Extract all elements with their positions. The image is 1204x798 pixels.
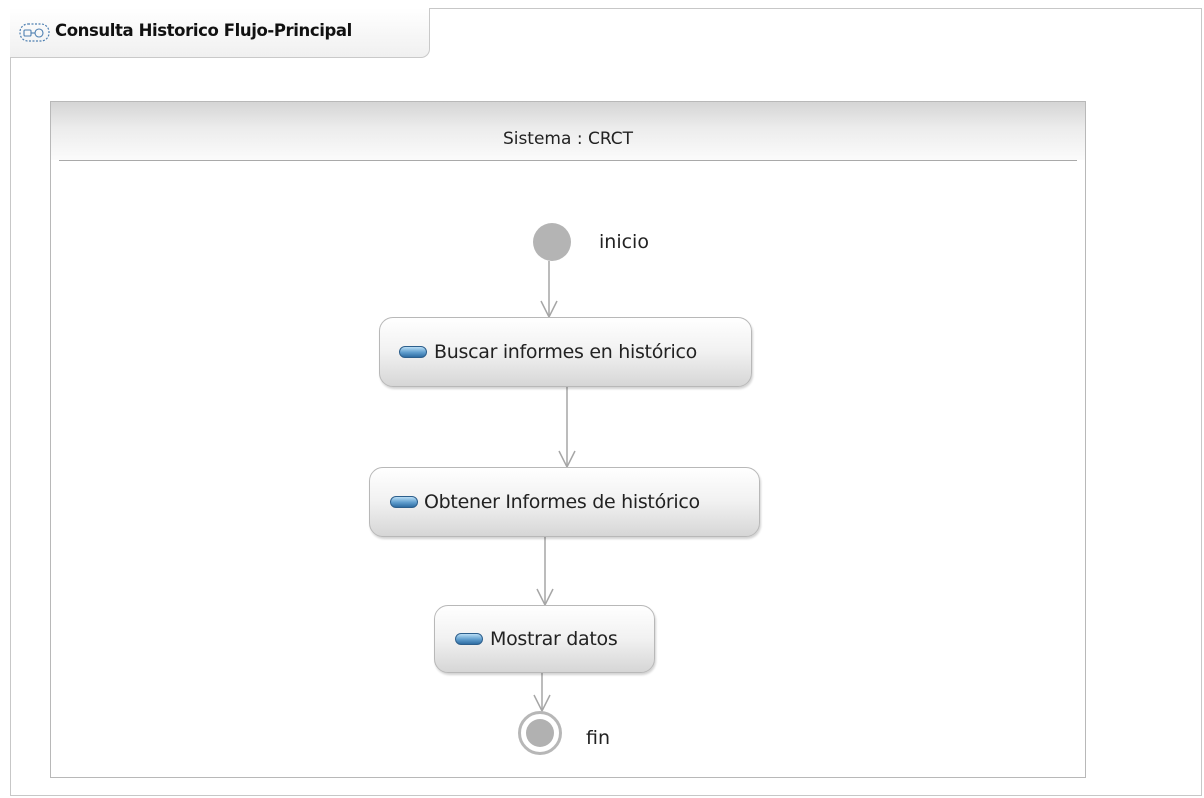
control-flows xyxy=(533,261,576,713)
flow-obtener-to-mostrar[interactable] xyxy=(536,537,554,607)
action-label: Mostrar datos xyxy=(490,628,618,650)
initial-node[interactable] xyxy=(533,223,571,261)
action-buscar-informes[interactable]: Buscar informes en histórico xyxy=(379,317,752,387)
action-icon xyxy=(390,496,418,508)
flow-mostrar-to-fin[interactable] xyxy=(533,673,551,713)
flow-inicio-to-buscar[interactable] xyxy=(540,261,558,319)
action-obtener-informes[interactable]: Obtener Informes de histórico xyxy=(369,467,760,537)
action-mostrar-datos[interactable]: Mostrar datos xyxy=(434,605,655,673)
action-icon xyxy=(455,633,483,645)
action-icon xyxy=(399,346,427,358)
action-label: Buscar informes en histórico xyxy=(434,341,697,363)
final-node-core xyxy=(526,719,554,747)
flow-buscar-to-obtener[interactable] xyxy=(558,387,576,469)
final-node[interactable] xyxy=(518,711,562,755)
action-label: Obtener Informes de histórico xyxy=(424,491,700,513)
final-node-label: fin xyxy=(586,727,611,749)
initial-node-label: inicio xyxy=(599,231,649,253)
